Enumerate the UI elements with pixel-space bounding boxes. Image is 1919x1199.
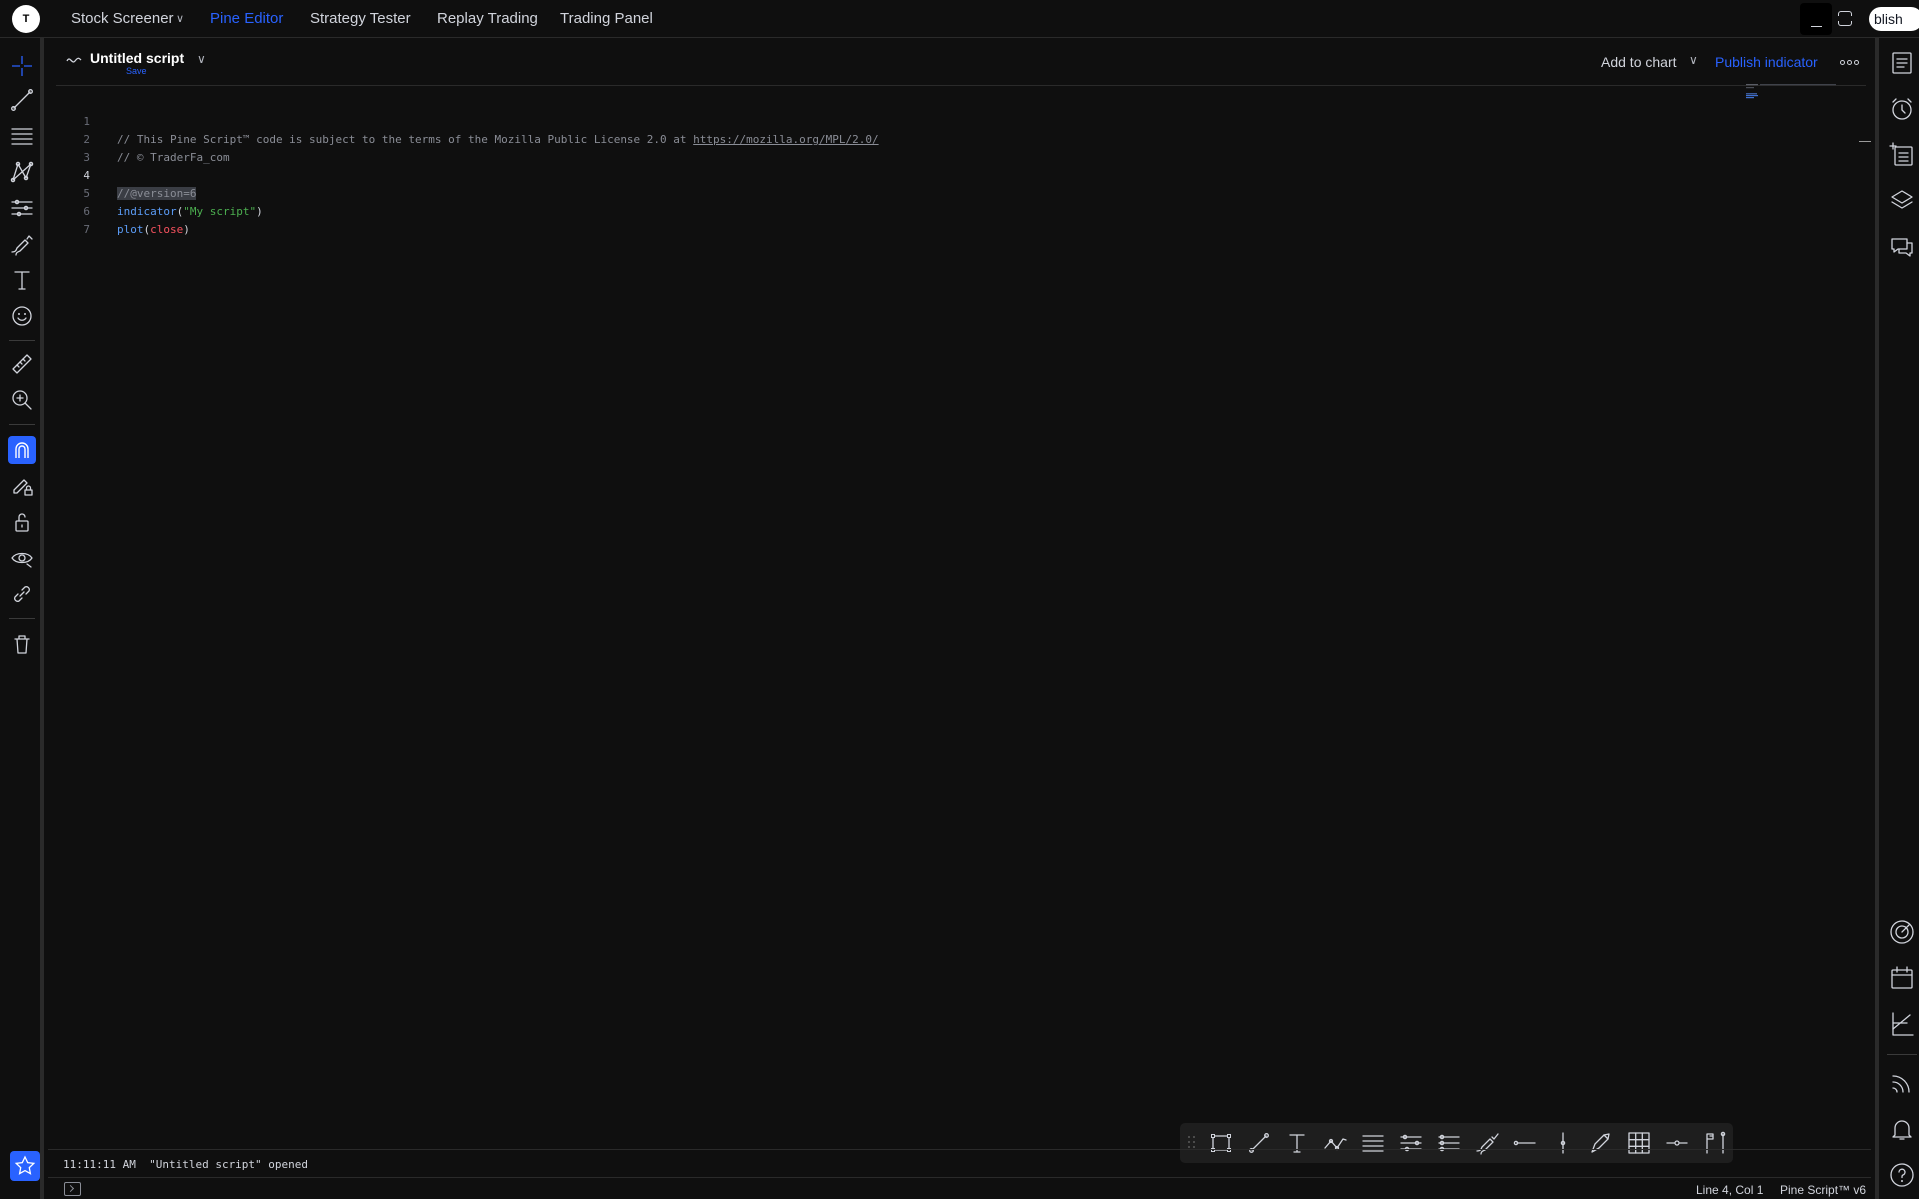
right-sidebar (1875, 38, 1919, 1199)
help-icon[interactable] (1887, 1160, 1917, 1190)
alert-clock-icon[interactable] (1887, 94, 1917, 124)
code-line: 6 plot(close) (56, 185, 1756, 236)
layers-icon[interactable] (1887, 186, 1917, 216)
trash-icon[interactable] (8, 630, 36, 658)
publish-button[interactable]: blish (1869, 7, 1919, 31)
tab-stock-screener[interactable]: Stock Screener (71, 0, 174, 38)
rss-icon[interactable] (1887, 1068, 1917, 1098)
publish-indicator-button[interactable]: Publish indicator (1715, 54, 1818, 70)
top-bar: T Stock Screener ∨ Pine Editor Strategy … (0, 0, 1919, 38)
console-message: 11:11:11 AM "Untitled script" opened (63, 1158, 309, 1171)
chevron-down-icon[interactable]: ∨ (1689, 53, 1698, 67)
fib-retracement-icon[interactable] (8, 122, 36, 150)
variable-name: close (150, 223, 184, 236)
line-number: 7 (83, 223, 90, 236)
link-icon[interactable] (8, 580, 36, 608)
code-line: 7 (56, 203, 1756, 236)
traderfa-logo[interactable]: T (12, 5, 40, 33)
tab-trading-panel[interactable]: Trading Panel (560, 0, 653, 38)
crosshair-icon[interactable] (8, 52, 36, 80)
emoji-icon[interactable] (8, 302, 36, 330)
add-list-icon[interactable] (1887, 140, 1917, 170)
text-icon[interactable] (8, 266, 36, 294)
toolbar-divider (9, 340, 35, 341)
indicator-wave-icon (66, 57, 82, 63)
cursor-position[interactable]: Line 4, Col 1 (1696, 1183, 1763, 1197)
watchlist-icon[interactable] (1887, 48, 1917, 78)
magnet-icon[interactable] (8, 436, 36, 464)
terminal-icon[interactable] (64, 1182, 81, 1196)
toolbar-divider (1887, 1054, 1917, 1055)
chat-icon[interactable] (1887, 232, 1917, 262)
drag-handle-icon[interactable] (1188, 1136, 1196, 1150)
toolbar-divider (9, 618, 35, 619)
trend-line-icon[interactable] (8, 86, 36, 114)
add-to-chart-button[interactable]: Add to chart (1601, 54, 1677, 70)
brush-icon[interactable] (8, 230, 36, 258)
status-bar: Line 4, Col 1 Pine Script™ v6 (48, 1177, 1871, 1199)
ruler-icon[interactable] (8, 350, 36, 378)
code-minimap[interactable] (1746, 84, 1856, 104)
prediction-icon[interactable] (8, 194, 36, 222)
unlock-icon[interactable] (8, 508, 36, 536)
left-drawing-toolbar (0, 38, 44, 1199)
scrollbar-position-marker[interactable] (1859, 141, 1871, 142)
lock-drawing-icon[interactable] (8, 472, 36, 500)
maximize-panel-button[interactable] (1837, 7, 1853, 31)
code-line: 1 // This Pine Script™ code is subject t… (56, 95, 1756, 146)
tab-replay-trading[interactable]: Replay Trading (437, 0, 538, 38)
save-link[interactable]: Save (126, 66, 147, 76)
favorites-star-button[interactable] (10, 1151, 40, 1181)
code-editor[interactable]: 1 // This Pine Script™ code is subject t… (56, 92, 1856, 1142)
eye-icon[interactable] (8, 544, 36, 572)
tab-strategy-tester[interactable]: Strategy Tester (310, 0, 411, 38)
chart-lines-icon[interactable] (1887, 1009, 1917, 1039)
chevron-down-icon[interactable]: ∨ (176, 0, 184, 38)
minimize-panel-button[interactable] (1800, 3, 1832, 35)
pattern-icon[interactable] (8, 158, 36, 186)
toolbar-divider (9, 424, 35, 425)
script-title[interactable]: Untitled script (90, 50, 184, 66)
zoom-in-icon[interactable] (8, 386, 36, 414)
target-icon[interactable] (1887, 917, 1917, 947)
tab-pine-editor[interactable]: Pine Editor (210, 0, 283, 38)
console-panel: 11:11:11 AM "Untitled script" opened (48, 1149, 1871, 1177)
code-line: 2 // © TraderFa_com (56, 113, 1756, 164)
calendar-icon[interactable] (1887, 963, 1917, 993)
bell-icon[interactable] (1887, 1114, 1917, 1144)
star-icon (14, 1155, 36, 1175)
chevron-down-icon[interactable]: ∨ (197, 52, 206, 66)
more-options-icon[interactable] (1840, 54, 1860, 70)
function-name: plot (117, 223, 144, 236)
code-line-current: 4 //@version=6 (56, 149, 1756, 200)
code-line: 3 (56, 131, 1756, 164)
paren: ) (183, 223, 190, 236)
language-version[interactable]: Pine Script™ v6 (1780, 1183, 1866, 1197)
code-line: 5 indicator("My script") (56, 167, 1756, 218)
editor-header: Untitled script Save ∨ Add to chart ∨ Pu… (56, 38, 1866, 86)
